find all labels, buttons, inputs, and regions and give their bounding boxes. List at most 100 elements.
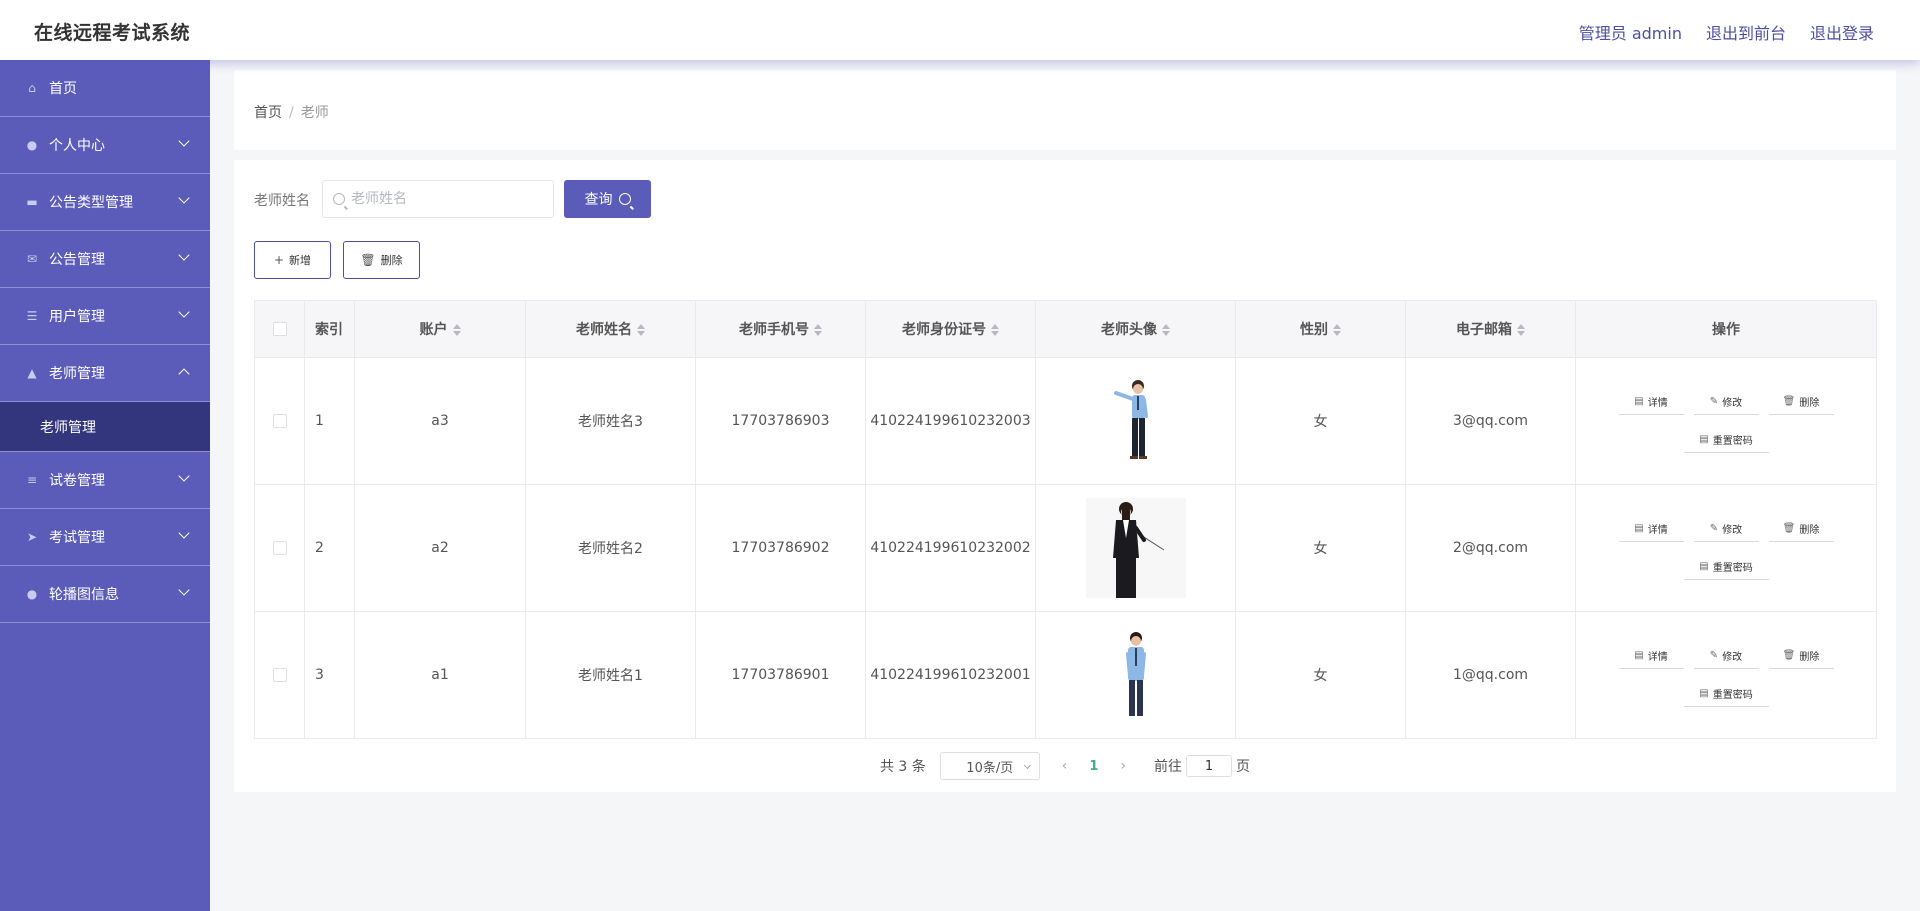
cell-ops: ▤ 详情 ✎ 修改 🗑 删除 ▤ 重置密码 (1575, 484, 1877, 612)
search-input[interactable] (351, 191, 541, 207)
sidebar-item-label: 轮播图信息 (49, 587, 119, 603)
app-title: 在线远程考试系统 (34, 22, 191, 44)
document-icon: ▤ (1699, 561, 1709, 572)
sidebar-subitem-teacher-management[interactable]: 老师管理 (0, 402, 210, 452)
breadcrumb-home[interactable]: 首页 (254, 105, 282, 121)
op-label: 删除 (1799, 398, 1820, 409)
sidebar-item-exams[interactable]: ➤ 考试管理 (0, 509, 210, 566)
detail-button[interactable]: ▤ 详情 (1618, 389, 1684, 415)
header-phone[interactable]: 老师手机号 (695, 300, 866, 358)
header-ops: 操作 (1575, 300, 1877, 358)
table-row: 1 a3 老师姓名3 17703786903 41022419961023200… (254, 357, 1877, 485)
row-checkbox[interactable] (272, 414, 287, 428)
edit-button[interactable]: ✎ 修改 (1693, 389, 1759, 415)
detail-button[interactable]: ▤ 详情 (1618, 516, 1684, 542)
op-label: 详情 (1647, 525, 1668, 536)
sidebar-item-label: 公告管理 (49, 252, 105, 268)
header-account[interactable]: 账户 (354, 300, 526, 358)
sidebar-item-carousel[interactable]: ● 轮播图信息 (0, 566, 210, 623)
sidebar-item-teachers[interactable]: ▲ 老师管理 (0, 345, 210, 402)
pencil-icon: ✎ (1709, 396, 1719, 407)
user-icon: ● (26, 138, 38, 152)
header-label: 老师身份证号 (902, 322, 986, 338)
header-name[interactable]: 老师姓名 (525, 300, 696, 358)
header-label: 账户 (419, 322, 448, 338)
row-checkbox[interactable] (272, 541, 287, 555)
op-label: 删除 (1799, 525, 1820, 536)
chevron-down-icon (178, 584, 190, 596)
table-header-row: 索引 账户 老师姓名 老师手机号 老师身份证号 老师头像 性别 电子邮箱 操作 (254, 300, 1877, 358)
admin-user-link[interactable]: 管理员 admin (1579, 20, 1682, 44)
op-label: 详情 (1647, 652, 1668, 663)
sort-icon[interactable] (1162, 324, 1170, 336)
chevron-down-icon (178, 470, 190, 482)
header-index: 索引 (304, 300, 355, 358)
sort-icon[interactable] (452, 324, 461, 336)
header-avatar[interactable]: 老师头像 (1035, 300, 1236, 358)
cell-index: 2 (304, 484, 355, 612)
sidebar-item-papers[interactable]: ≡ 试卷管理 (0, 452, 210, 509)
edit-button[interactable]: ✎ 修改 (1693, 643, 1759, 669)
home-icon: ⌂ (28, 81, 36, 95)
goto-label: 前往 (1154, 759, 1183, 775)
sidebar-item-notice-type[interactable]: ▬ 公告类型管理 (0, 174, 210, 231)
trash-icon: 🗑 (360, 253, 376, 267)
sort-icon[interactable] (814, 324, 822, 336)
op-label: 重置密码 (1712, 436, 1753, 447)
search-icon (618, 193, 631, 205)
sort-icon[interactable] (637, 324, 645, 336)
page-number[interactable]: 1 (1089, 759, 1098, 774)
op-label: 修改 (1722, 525, 1743, 536)
header-gender[interactable]: 性别 (1235, 300, 1406, 358)
back-to-front-link[interactable]: 退出到前台 (1706, 20, 1786, 44)
row-select-cell (254, 484, 305, 612)
sidebar-item-users[interactable]: ☰ 用户管理 (0, 288, 210, 345)
select-all-cell (254, 300, 305, 358)
select-all-checkbox[interactable] (272, 322, 287, 336)
cell-email: 1@qq.com (1405, 611, 1576, 739)
cell-avatar (1035, 611, 1236, 739)
query-button[interactable]: 查询 (564, 180, 651, 218)
delete-button[interactable]: 🗑 删除 (1768, 643, 1834, 669)
row-checkbox[interactable] (272, 668, 287, 682)
batch-delete-button[interactable]: 🗑 删除 (343, 241, 420, 279)
cell-gender: 女 (1235, 484, 1406, 612)
cell-name: 老师姓名1 (525, 611, 696, 739)
chevron-down-icon (1023, 761, 1031, 770)
search-field[interactable] (322, 180, 554, 218)
goto-page-input[interactable] (1186, 755, 1233, 777)
prev-page-icon[interactable]: ‹ (1062, 758, 1068, 774)
sort-icon[interactable] (1517, 324, 1525, 336)
trash-icon: 🗑 (1782, 523, 1796, 534)
sidebar-item-notice[interactable]: ✉ 公告管理 (0, 231, 210, 288)
sort-icon[interactable] (1333, 324, 1341, 336)
sidebar-item-personal-center[interactable]: ● 个人中心 (0, 117, 210, 174)
page-size-select[interactable]: 10条/页 (939, 752, 1040, 780)
cell-account: a2 (354, 484, 526, 612)
reset-password-button[interactable]: ▤ 重置密码 (1683, 681, 1769, 707)
cell-name: 老师姓名3 (525, 357, 696, 485)
sidebar-item-home[interactable]: ⌂ 首页 (0, 60, 210, 117)
reset-password-button[interactable]: ▤ 重置密码 (1683, 427, 1769, 453)
cell-index: 1 (304, 357, 355, 485)
sort-icon[interactable] (991, 324, 999, 336)
logout-link[interactable]: 退出登录 (1810, 20, 1874, 44)
reset-password-button[interactable]: ▤ 重置密码 (1683, 554, 1769, 580)
header-idcard[interactable]: 老师身份证号 (865, 300, 1036, 358)
search-icon (333, 193, 345, 205)
header-email[interactable]: 电子邮箱 (1405, 300, 1576, 358)
next-page-icon[interactable]: › (1120, 758, 1126, 774)
delete-button[interactable]: 🗑 删除 (1768, 516, 1834, 542)
edit-button[interactable]: ✎ 修改 (1693, 516, 1759, 542)
pagination: 共 3 条 10条/页 ‹ 1 › 前往 页 (234, 751, 1896, 781)
delete-button[interactable]: 🗑 删除 (1768, 389, 1834, 415)
teacher-avatar-image (1125, 632, 1146, 716)
detail-button[interactable]: ▤ 详情 (1618, 643, 1684, 669)
main-card: 老师姓名 查询 + 新增 🗑 删除 索引 账户 老师姓名 老师手机号 老师身份证… (234, 160, 1896, 792)
cell-ops: ▤ 详情 ✎ 修改 🗑 删除 ▤ 重置密码 (1575, 611, 1877, 739)
row-select-cell (254, 357, 305, 485)
list-icon: ≡ (26, 473, 38, 487)
delete-button-label: 删除 (380, 254, 403, 267)
add-button[interactable]: + 新增 (254, 241, 331, 279)
sidebar-item-label: 试卷管理 (49, 473, 105, 489)
